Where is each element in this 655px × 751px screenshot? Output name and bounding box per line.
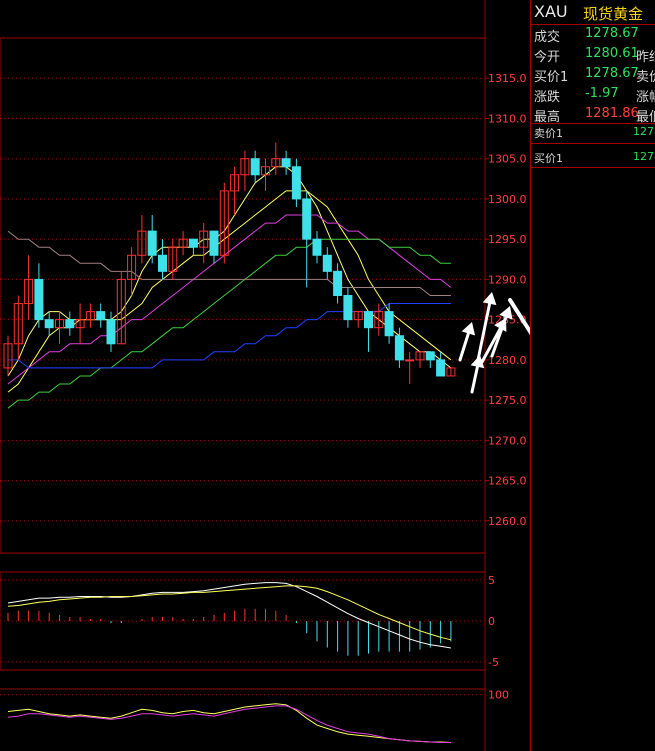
candle-body [425, 351, 435, 361]
macd-line-dif [7, 582, 451, 649]
price-tick-label: 1275.0 [488, 394, 527, 407]
macd-tick-label: 5 [488, 574, 495, 587]
candle-body [188, 238, 198, 248]
orderbook-label: 卖价1 [534, 127, 563, 140]
ma-line-ma120 [7, 230, 451, 296]
macd-line-dea [7, 585, 452, 641]
arrow-shaft [470, 365, 479, 394]
orderbook-bid-row: 买价1 1278 [531, 148, 655, 166]
symbol-name: 现货黄金 [583, 5, 644, 23]
candle-body [147, 230, 157, 256]
arrow-shaft [458, 331, 470, 362]
macd-panel: 5 0 -5 [0, 571, 499, 671]
candle-body [209, 230, 219, 256]
divider [531, 143, 655, 144]
quote-value: 1278.67 [585, 66, 639, 81]
macd-tick-label: -5 [488, 656, 499, 669]
candle-body [394, 335, 404, 361]
quote-label-secondary: 卖价 [636, 70, 655, 85]
divider [531, 167, 655, 168]
candle-body [34, 278, 44, 321]
candlesticks [3, 142, 456, 385]
quote-label: 今开 [534, 50, 561, 65]
candle-body [384, 311, 394, 337]
candle-body [322, 254, 332, 272]
ma-line-ma60 [8, 303, 451, 369]
main-panel-grid [0, 0, 486, 751]
ma-line-ma20 [7, 214, 452, 385]
candle-body [302, 198, 312, 240]
quote-value: -1.97 [585, 86, 619, 101]
orderbook-label: 买价1 [534, 152, 563, 165]
quote-header: XAU 现货黄金 [531, 0, 655, 25]
candle-body [106, 319, 116, 345]
kdj-line-k [7, 703, 451, 743]
candle-body [312, 238, 322, 256]
candle-body [96, 311, 106, 321]
candle-body [436, 359, 446, 377]
candle-body [364, 311, 373, 329]
orderbook-value: 1278 [633, 125, 655, 138]
quote-row-high: 最高 1281.86 最低 [531, 104, 655, 125]
candle-body [65, 319, 75, 329]
kdj-line-d [7, 705, 451, 743]
quote-row-open: 今开 1280.61 昨结 [531, 44, 655, 65]
quote-row-change: 涨跌 -1.97 涨幅 [531, 84, 655, 105]
price-tick-label: 1315.0 [488, 72, 527, 85]
candle-body [333, 270, 343, 296]
macd-tick-label: 0 [488, 615, 495, 628]
orderbook-ask-row: 卖价1 1278 [531, 123, 655, 141]
ma-line-ma5 [7, 166, 452, 377]
price-tick-label: 1270.0 [488, 434, 527, 447]
price-tick-label: 1265.0 [488, 475, 527, 488]
quote-value: 1281.86 [585, 106, 639, 121]
candle-body [343, 295, 353, 321]
main-panel-frame [0, 37, 486, 554]
candle-body [250, 158, 260, 176]
quote-label-secondary: 涨幅 [636, 90, 655, 105]
moving-average-lines [7, 166, 452, 409]
quote-row-bid: 买价1 1278.67 卖价 [531, 64, 655, 85]
kdj-tick-label: 100 [488, 689, 509, 702]
quote-label: 成交 [534, 30, 561, 45]
quote-row-trade: 成交 1278.67 [531, 24, 655, 45]
price-tick-label: 1290.0 [488, 273, 527, 286]
candle-body [405, 359, 415, 362]
quote-value: 1280.61 [585, 46, 639, 61]
quote-panel: XAU 现货黄金 成交 1278.67 今开 1280.61 昨结 买价1 12… [530, 0, 655, 751]
quote-label: 涨跌 [534, 90, 561, 105]
candle-body [158, 254, 167, 272]
orderbook-value: 1278 [633, 150, 655, 163]
symbol-code: XAU [534, 2, 568, 21]
quote-value: 1278.67 [585, 26, 639, 41]
kdj-panel: 100 [0, 688, 509, 743]
candle-body [291, 166, 301, 200]
candle-body [281, 158, 291, 168]
kline-chart[interactable]: 1315.01310.01305.01300.01295.01290.01285… [0, 0, 530, 751]
quote-label-secondary: 昨结 [636, 50, 655, 65]
price-tick-label: 1310.0 [488, 112, 527, 125]
candle-body [44, 319, 54, 329]
price-tick-label: 1300.0 [488, 193, 527, 206]
price-tick-label: 1305.0 [488, 153, 527, 166]
price-tick-label: 1295.0 [488, 233, 527, 246]
price-tick-label: 1260.0 [488, 515, 527, 528]
price-tick-label: 1280.0 [488, 354, 527, 367]
quote-label: 买价1 [534, 70, 569, 85]
